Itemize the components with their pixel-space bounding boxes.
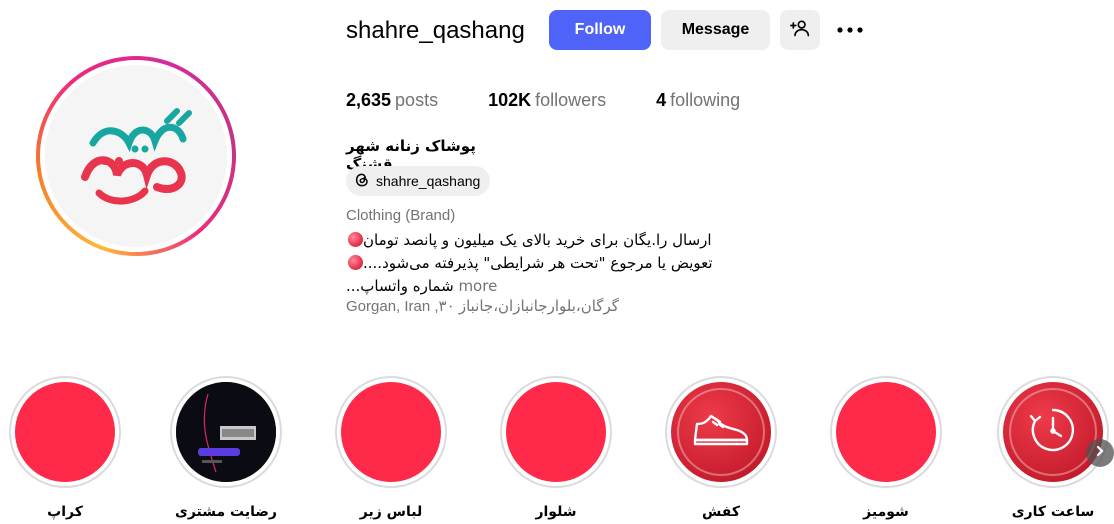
brand-logo (45, 65, 227, 247)
followers-count: 102K (488, 90, 532, 110)
profile-stats: 2,635 posts 102K followers 4 following (346, 88, 790, 112)
follow-button[interactable]: Follow (549, 10, 651, 50)
highlight-blouse[interactable]: شومیز (829, 376, 943, 520)
chevron-right-icon (1094, 444, 1106, 462)
posts-count: 2,635 (346, 90, 392, 110)
posts-label: posts (395, 90, 439, 110)
highlight-customer-satisfaction[interactable]: رضایت مشتری (169, 376, 283, 520)
bio-line-2: تعویض یا مرجوع "تحت هر شرایطی" پذیرفته م… (346, 253, 713, 273)
profile-username: shahre_qashang (346, 17, 525, 44)
profile-category: Clothing (Brand) (346, 207, 456, 224)
threads-handle: shahre_qashang (376, 173, 481, 189)
highlights-next-button[interactable] (1086, 439, 1114, 467)
highlight-label: کفش (701, 504, 740, 520)
message-button[interactable]: Message (661, 10, 770, 50)
highlight-underwear[interactable]: لباس زیر (334, 376, 448, 520)
highlight-label: رضایت مشتری (175, 504, 277, 520)
highlight-cover (1003, 382, 1103, 482)
highlight-cover (671, 382, 771, 482)
highlight-pants[interactable]: شلوار (499, 376, 613, 520)
threads-icon (354, 172, 376, 191)
profile-location[interactable]: Gorgan, Iran ,۳۰ گرگان،بلوارجانبازان،جان… (346, 297, 619, 315)
bio-line-1: ارسال را.یگان برای خرید بالای یک میلیون … (346, 230, 712, 250)
suggested-users-button[interactable] (780, 10, 820, 50)
posts-stat: 2,635 posts (346, 88, 438, 112)
profile-avatar[interactable] (36, 56, 236, 256)
threads-link[interactable]: shahre_qashang (346, 166, 491, 196)
highlight-label: شلوار (535, 504, 577, 520)
highlight-cover (15, 382, 115, 482)
highlight-shoes[interactable]: کفش (664, 376, 778, 520)
highlight-cover (836, 382, 936, 482)
red-dot-icon (348, 255, 363, 270)
more-link[interactable]: more (458, 277, 497, 295)
chat-screenshot-image (176, 382, 276, 482)
bio-line-3: شماره واتساپ... more (346, 277, 498, 295)
following-stat[interactable]: 4 following (656, 88, 740, 112)
red-dot-icon (348, 232, 363, 247)
highlight-crop[interactable]: کراپ (8, 376, 122, 520)
following-count: 4 (656, 90, 667, 110)
highlight-cover (176, 382, 276, 482)
highlight-label: لباس زیر (359, 504, 423, 520)
highlight-label: ساعت کاری (1011, 504, 1095, 520)
highlight-label: شومیز (863, 504, 909, 520)
following-label: following (670, 90, 741, 110)
highlight-label: کراپ (47, 504, 83, 520)
followers-label: followers (535, 90, 607, 110)
ellipsis-icon (836, 21, 864, 39)
more-options-button[interactable] (830, 10, 870, 50)
add-user-icon (790, 18, 810, 43)
highlight-cover (506, 382, 606, 482)
followers-stat[interactable]: 102K followers (488, 88, 606, 112)
highlight-cover (341, 382, 441, 482)
